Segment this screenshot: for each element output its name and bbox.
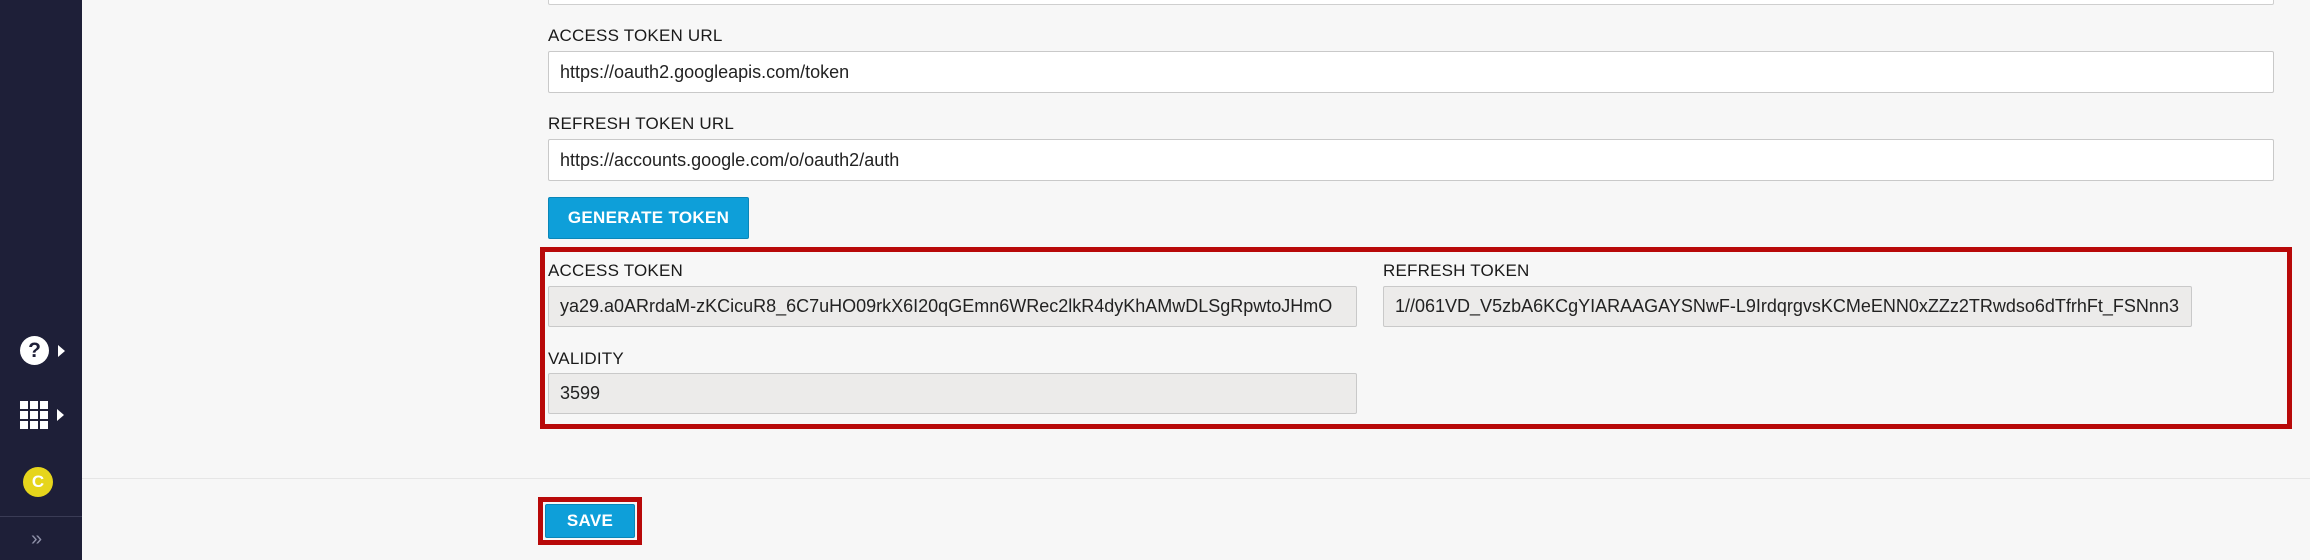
refresh-token-field[interactable]: 1//061VD_V5zbA6KCgYIARAAGAYSNwF-L9Irdqrg…	[1383, 286, 2192, 327]
access-token-url-input[interactable]: https://oauth2.googleapis.com/token	[548, 51, 2274, 93]
validity-field[interactable]: 3599	[548, 373, 1357, 414]
avatar[interactable]: C	[23, 467, 53, 497]
validity-label: VALIDITY	[548, 349, 624, 368]
previous-field[interactable]	[548, 0, 2274, 5]
access-token-label: ACCESS TOKEN	[548, 261, 683, 280]
refresh-token-url-input[interactable]: https://accounts.google.com/o/oauth2/aut…	[548, 139, 2274, 181]
caret-right-icon	[58, 344, 65, 357]
apps-menu-button[interactable]	[20, 401, 64, 429]
caret-right-icon	[57, 409, 64, 421]
sidebar-divider	[0, 516, 82, 517]
help-icon: ?	[20, 336, 49, 365]
apps-grid-icon	[20, 401, 48, 429]
double-chevron-right-icon[interactable]: »	[31, 527, 42, 551]
help-menu-button[interactable]: ?	[20, 336, 65, 365]
refresh-token-label: REFRESH TOKEN	[1383, 261, 1530, 280]
access-token-field[interactable]: ya29.a0ARrdaM-zKCicuR8_6C7uHO09rkX6I20qG…	[548, 286, 1357, 327]
footer-divider	[82, 478, 2310, 479]
access-token-url-label: ACCESS TOKEN URL	[548, 26, 723, 45]
refresh-token-url-label: REFRESH TOKEN URL	[548, 114, 735, 133]
save-button[interactable]: SAVE	[545, 504, 635, 538]
sidebar: ? C »	[0, 0, 82, 560]
generate-token-button[interactable]: GENERATE TOKEN	[548, 197, 749, 239]
main-content: ACCESS TOKEN URL https://oauth2.googleap…	[82, 0, 2310, 560]
